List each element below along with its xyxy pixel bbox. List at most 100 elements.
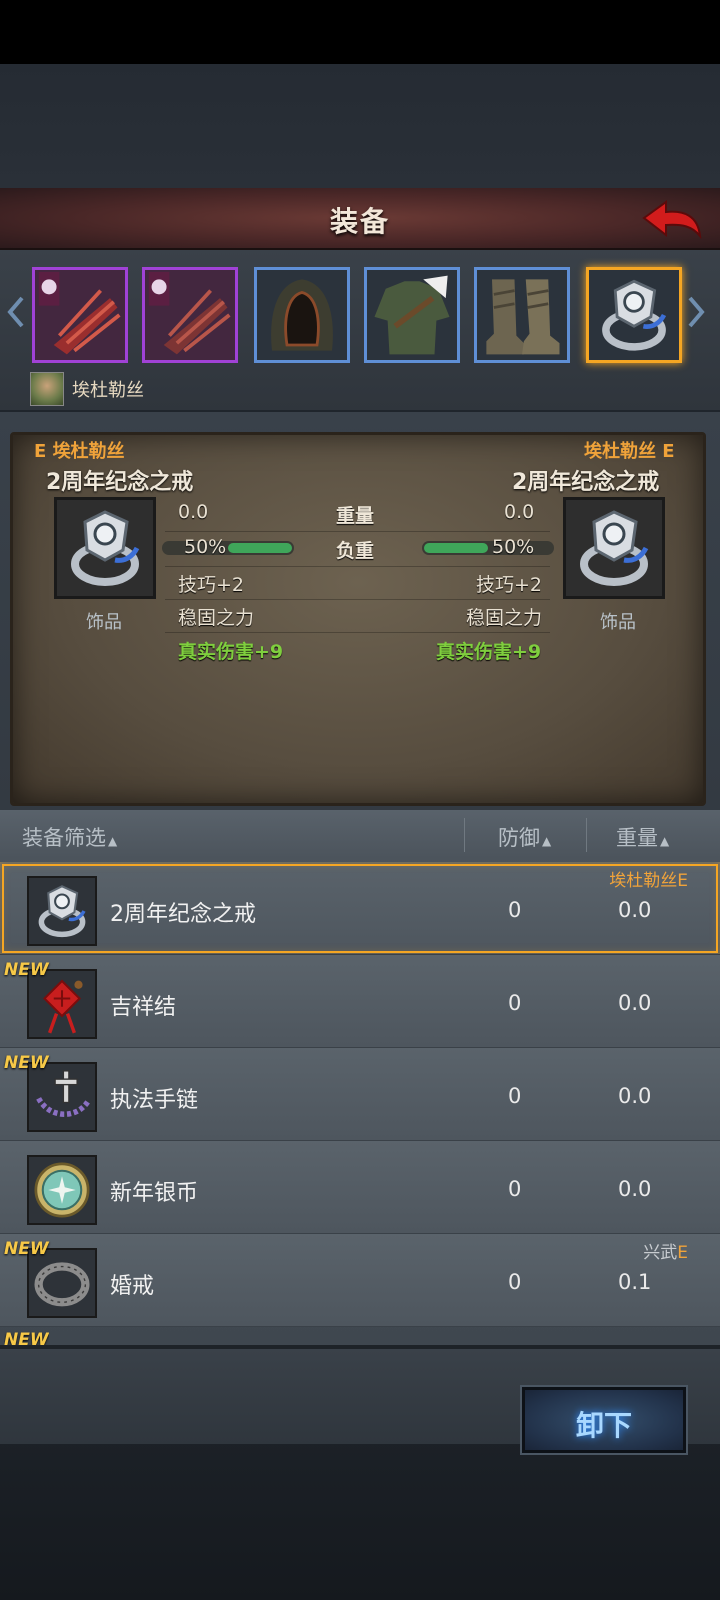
bottom-background: [0, 1440, 720, 1600]
avatar[interactable]: [30, 372, 64, 406]
left-load-fill: [228, 543, 292, 553]
right-item-type: 饰品: [600, 612, 636, 633]
item-defense: 0: [508, 1177, 522, 1201]
slot-weapon-2[interactable]: [142, 267, 238, 363]
boots-icon: [477, 270, 567, 360]
triangle-up-icon: ▲: [660, 834, 670, 848]
item-thumb: [27, 876, 97, 946]
item-defense: 0: [508, 1270, 522, 1294]
slot-weapon-1[interactable]: [32, 267, 128, 363]
right-trait: 稳固之力: [466, 607, 543, 629]
header-bar: 装备: [0, 188, 720, 251]
slot-feet[interactable]: [474, 267, 570, 363]
ring-icon: [57, 500, 153, 596]
silver-coin-icon: [29, 1157, 95, 1223]
weight-label: 重量: [336, 505, 375, 527]
divider: [165, 531, 550, 532]
new-badge: NEW: [4, 1239, 49, 1259]
unequip-label: 卸下: [575, 1409, 632, 1442]
filter-label: 装备筛选: [22, 826, 106, 850]
left-item-type: 饰品: [86, 612, 122, 633]
back-button[interactable]: [640, 196, 704, 244]
filter-sort-button[interactable]: 装备筛选 ▲: [22, 822, 117, 852]
armor-shirt-icon: [367, 270, 457, 360]
ring-icon: [29, 878, 95, 944]
item-weight: 0.0: [618, 1177, 652, 1201]
left-load-bar: [162, 541, 294, 555]
sort-weight-button[interactable]: 重量 ▲: [616, 822, 669, 852]
list-item[interactable]: 埃杜勒丝E 2周年纪念之戒 0 0.0: [0, 862, 720, 955]
back-arrow-icon: [642, 200, 702, 240]
owner-tag: 兴武E: [643, 1243, 688, 1263]
chevron-right-icon: [688, 296, 705, 328]
load-label: 负重: [336, 540, 375, 562]
list-item[interactable]: 吉祥结 0 0.0: [0, 955, 720, 1048]
item-weight: 0.0: [618, 1084, 652, 1108]
slot-body[interactable]: [364, 267, 460, 363]
hood-icon: [257, 270, 347, 360]
right-owner-tag: 埃杜勒丝 E: [584, 441, 675, 462]
sort-defense-button[interactable]: 防御 ▲: [498, 822, 551, 852]
divider: [165, 566, 550, 567]
left-item-icon-frame: [54, 497, 156, 599]
right-load-value: 50%: [492, 536, 535, 558]
left-true-damage: 真实伤害+9: [178, 641, 284, 663]
owner-tag: 埃杜勒丝E: [609, 871, 688, 891]
slot-head[interactable]: [254, 267, 350, 363]
left-item-name: 2周年纪念之戒: [46, 470, 194, 495]
slot-accessory[interactable]: [586, 267, 682, 363]
divider: [165, 632, 550, 633]
item-weight: 0.1: [618, 1270, 652, 1294]
cross-bracelet-icon: [29, 1064, 95, 1130]
prev-arrow[interactable]: [6, 292, 26, 332]
left-trait: 稳固之力: [178, 607, 255, 629]
new-badge: NEW: [4, 960, 49, 980]
right-true-damage: 真实伤害+9: [436, 641, 542, 663]
item-weight: 0.0: [618, 898, 652, 922]
list-item[interactable]: 执法手链 0 0.0: [0, 1048, 720, 1141]
divider: [464, 818, 465, 852]
item-name: 2周年纪念之戒: [110, 902, 256, 927]
item-thumb: [27, 1155, 97, 1225]
right-load-fill: [424, 543, 488, 553]
weight-header-label: 重量: [616, 826, 658, 850]
new-badge: NEW: [4, 1330, 49, 1345]
page-title: 装备: [329, 205, 390, 238]
next-arrow[interactable]: [686, 292, 706, 332]
defense-header-label: 防御: [498, 826, 540, 850]
item-weight: 0.0: [618, 991, 652, 1015]
list-item[interactable]: 兴武E 婚戒 0 0.1: [0, 1234, 720, 1327]
item-name: 婚戒: [110, 1274, 155, 1299]
list-item[interactable]: 新年银币 0 0.0: [0, 1141, 720, 1234]
right-item-name: 2周年纪念之戒: [512, 470, 660, 495]
item-defense: 0: [508, 1084, 522, 1108]
unequip-button[interactable]: 卸下: [522, 1387, 686, 1453]
item-defense: 0: [508, 898, 522, 922]
triangle-up-icon: ▲: [542, 834, 552, 848]
claw-weapon-icon: [145, 270, 235, 360]
left-skill-bonus: 技巧+2: [178, 574, 245, 596]
divider: [586, 818, 587, 852]
right-weight-value: 0.0: [504, 501, 535, 523]
wedding-ring-icon: [29, 1250, 95, 1316]
item-name: 执法手链: [110, 1088, 199, 1113]
left-weight-value: 0.0: [178, 501, 209, 523]
right-skill-bonus: 技巧+2: [476, 574, 543, 596]
item-defense: 0: [508, 991, 522, 1015]
chevron-left-icon: [7, 296, 24, 328]
item-name: 吉祥结: [110, 995, 177, 1020]
ring-icon: [589, 270, 679, 360]
triangle-up-icon: ▲: [108, 834, 118, 848]
claw-weapon-icon: [35, 270, 125, 360]
left-load-value: 50%: [184, 536, 227, 558]
character-name: 埃杜勒丝: [72, 380, 144, 401]
new-badge: NEW: [4, 1053, 49, 1073]
right-item-icon-frame: [563, 497, 665, 599]
background: [0, 64, 720, 188]
divider: [165, 599, 550, 600]
left-owner-tag: E 埃杜勒丝: [34, 441, 125, 462]
item-name: 新年银币: [110, 1181, 199, 1206]
chinese-knot-icon: [29, 971, 95, 1037]
status-bar-area: [0, 0, 720, 64]
ring-icon: [566, 500, 662, 596]
